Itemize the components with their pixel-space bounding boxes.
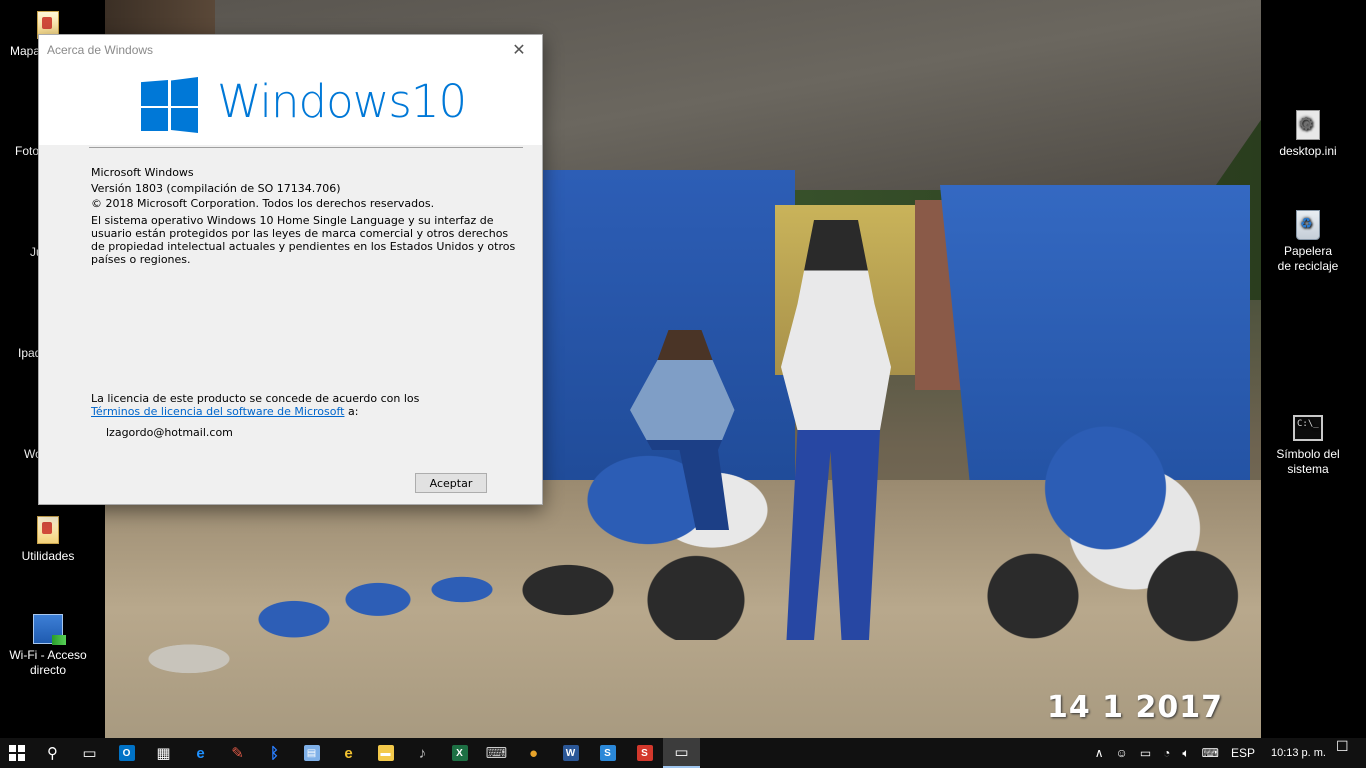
taskbar-chrome-button[interactable]: ● — [515, 738, 552, 768]
license-terms-link[interactable]: Términos de licencia del software de Mic… — [91, 405, 344, 418]
desktop-icon-label: Utilidades — [21, 549, 75, 563]
wallpaper-quad-right — [975, 380, 1261, 650]
taskbar-calculator-button[interactable]: ▦ — [145, 738, 182, 768]
taskbar-task-view-button[interactable]: ▭ — [71, 738, 108, 768]
recycle-bin-icon — [1293, 210, 1323, 240]
file-explorer-icon: ▬ — [377, 745, 394, 761]
version-text: Versión 1803 (compilación de SO 17134.70… — [91, 181, 341, 195]
chrome-icon: ● — [528, 744, 539, 762]
touch-keyboard-icon[interactable]: ⌨ — [1202, 746, 1219, 760]
desktop-icon-utilidades[interactable]: Utilidades — [8, 515, 88, 564]
about-windows-icon: ▭ — [674, 744, 689, 761]
control-panel-icon: ▤ — [303, 745, 320, 761]
windows-logo-icon — [141, 77, 199, 133]
taskbar-sway-button[interactable]: S — [589, 738, 626, 768]
clock[interactable]: 10:13 p. m. — [1271, 747, 1326, 759]
edge-icon: e — [196, 744, 205, 762]
wallpaper-date-stamp: 14 1 2017 — [1046, 690, 1223, 725]
word-icon: W — [562, 745, 579, 761]
bluetooth-icon: ᛒ — [269, 744, 279, 762]
taskbar-excel-button[interactable]: X — [441, 738, 478, 768]
license-info: La licencia de este producto se concede … — [91, 392, 419, 418]
copyright-text: © 2018 Microsoft Corporation. Todos los … — [91, 197, 435, 210]
wifi-icon[interactable]: ◔ — [1163, 746, 1170, 760]
people-icon[interactable]: ☺ — [1116, 746, 1128, 760]
system-tray: ∧ ☺ ▭ ◔ 🔈︎ ⌨ ESP 10:13 p. m. ☐ — [1089, 738, 1366, 768]
taskbar-internet-explorer-button[interactable]: e — [330, 738, 367, 768]
taskbar: ⚲ ▭ O ▦ e ✎ ᛒ ▤ e ▬ ♪ X ⌨ ● W S S ▭ ∧ ☺ ▭ ◔ 🔈︎ ⌨ ESP 10:1… — [0, 738, 1366, 768]
dialog-title: Acerca de Windows — [47, 43, 154, 57]
desktop-icon-recycle-bin[interactable]: Papelera de reciclaje — [1268, 210, 1348, 274]
wps-icon: S — [636, 745, 653, 761]
language-indicator[interactable]: ESP — [1231, 746, 1255, 760]
licensed-user: lzagordo@hotmail.com — [106, 426, 233, 439]
sway-icon: S — [599, 745, 616, 761]
media-icon: ♪ — [418, 744, 427, 762]
product-name: Microsoft Windows — [91, 166, 194, 179]
license-intro: La licencia de este producto se concede … — [91, 392, 420, 405]
internet-explorer-icon: e — [344, 744, 353, 762]
taskbar-media-button[interactable]: ♪ — [404, 738, 441, 768]
taskbar-outlook-button[interactable]: O — [108, 738, 145, 768]
taskbar-word-button[interactable]: W — [552, 738, 589, 768]
dialog-titlebar[interactable]: Acerca de Windows ✕ — [39, 35, 542, 65]
license-suffix: a: — [344, 405, 359, 418]
notifications-icon[interactable]: ☐ — [1336, 738, 1366, 768]
desktop-icon-label: Papelera de reciclaje — [1277, 244, 1339, 273]
desktop-icon-wifi[interactable]: Wi-Fi - Acceso directo — [8, 614, 88, 678]
volume-icon[interactable]: 🔈︎ — [1182, 746, 1189, 761]
desktop-icon-label: Símbolo del sistema — [1276, 447, 1340, 476]
taskbar-paint-button[interactable]: ✎ — [219, 738, 256, 768]
desktop-icon-desktop-ini[interactable]: desktop.ini — [1268, 110, 1348, 159]
command-prompt-icon: C:\_ — [1293, 413, 1323, 443]
taskbar-keyboard-app-button[interactable]: ⌨ — [478, 738, 515, 768]
excel-icon: X — [451, 745, 468, 761]
outlook-icon: O — [118, 745, 135, 761]
taskbar-about-windows-button[interactable]: ▭ — [663, 738, 700, 768]
wifi-shortcut-icon — [33, 614, 66, 645]
close-icon[interactable]: ✕ — [496, 35, 542, 65]
taskbar-file-explorer-button[interactable]: ▬ — [367, 738, 404, 768]
windows-10-wordmark: Windows10 — [217, 75, 467, 128]
taskbar-wps-button[interactable]: S — [626, 738, 663, 768]
search-icon: ⚲ — [47, 745, 58, 762]
taskbar-search-button[interactable]: ⚲ — [34, 738, 71, 768]
windows-logo-banner: Windows10 — [39, 65, 542, 145]
desktop-icon-label: desktop.ini — [1279, 144, 1337, 158]
keyboard-app-icon: ⌨ — [485, 745, 508, 762]
legal-text: El sistema operativo Windows 10 Home Sin… — [91, 213, 516, 266]
taskbar-edge-button[interactable]: e — [182, 738, 219, 768]
settings-file-icon — [1293, 110, 1323, 140]
taskbar-control-panel-button[interactable]: ▤ — [293, 738, 330, 768]
taskbar-bluetooth-button[interactable]: ᛒ — [256, 738, 293, 768]
accept-button[interactable]: Aceptar — [415, 473, 487, 493]
network-icon[interactable]: ▭ — [1140, 746, 1151, 760]
wallpaper-tires — [105, 540, 525, 738]
windows-start-icon — [9, 745, 25, 761]
start-button[interactable] — [0, 738, 34, 768]
version-info: Microsoft Windows Versión 1803 (compilac… — [91, 165, 521, 266]
about-windows-dialog: Acerca de Windows ✕ Windows10 Microsoft … — [38, 34, 543, 505]
paint-icon: ✎ — [231, 745, 244, 762]
separator — [89, 147, 523, 148]
task-view-icon: ▭ — [82, 745, 97, 762]
folder-icon — [33, 515, 63, 545]
show-hidden-icons-chevron[interactable]: ∧ — [1095, 746, 1104, 760]
calculator-icon: ▦ — [156, 745, 171, 762]
desktop-icon-label: Wi-Fi - Acceso directo — [9, 648, 87, 677]
desktop-icon-cmd[interactable]: C:\_ Símbolo del sistema — [1268, 413, 1348, 477]
